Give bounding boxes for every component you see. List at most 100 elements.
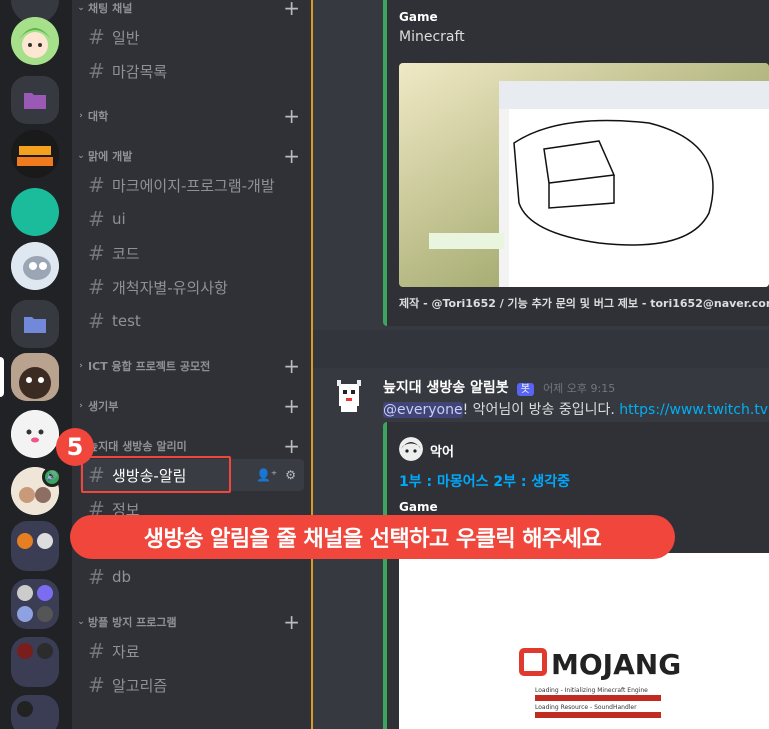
mojang-logo-icon <box>519 648 547 676</box>
channel-code[interactable]: # 코드 <box>80 237 304 269</box>
category-label: 채팅 채널 <box>88 2 133 15</box>
streamer-avatar[interactable] <box>399 437 423 461</box>
folder-group-icon[interactable] <box>11 637 59 687</box>
category-label: ICT 융합 프로젝트 공모전 <box>88 360 211 373</box>
gear-icon[interactable]: ⚙ <box>285 468 296 482</box>
channel-label: ui <box>112 210 126 228</box>
channel-deadlines[interactable]: # 마감목록 <box>80 55 304 87</box>
channel-algorithm[interactable]: # 알고리즘 <box>80 669 304 701</box>
category-program[interactable]: ⌄ 방플 방지 프로그램 + <box>74 610 302 634</box>
channel-resources[interactable]: # 자료 <box>80 635 304 667</box>
channel-label: 마크에이지-프로그램-개발 <box>112 176 275 195</box>
avatar-white-bear-icon[interactable] <box>11 410 59 458</box>
message-link[interactable]: https://www.twitch.tv <box>619 402 768 418</box>
invite-icon[interactable]: 👤⁺ <box>256 468 277 482</box>
highlight-box <box>81 456 231 493</box>
bot-avatar[interactable] <box>329 378 369 418</box>
hash-icon: # <box>88 565 105 589</box>
avatar-green-hair-icon[interactable] <box>11 17 59 65</box>
category-chat[interactable]: ⌄ 채팅 채널 + <box>74 0 302 20</box>
embed-field-value: Minecraft <box>399 29 465 45</box>
hash-icon: # <box>88 59 105 83</box>
channel-label: test <box>112 312 141 330</box>
embed-footer: 제작 - @Tori1652 / 기능 추가 문의 및 버그 제보 - tori… <box>399 297 769 310</box>
folder-group-icon[interactable] <box>11 695 59 729</box>
speaker-icon: 🔊 <box>42 467 62 487</box>
add-channel-icon[interactable]: + <box>283 434 300 458</box>
hash-icon: # <box>88 207 105 231</box>
loading-text: Loading - Initializing Minecraft Engine <box>535 687 648 694</box>
hash-icon: # <box>88 673 105 697</box>
message-timestamp: 어제 오후 9:15 <box>543 382 616 395</box>
loading-bar <box>535 695 661 701</box>
chat-area: Game Minecraft 제작 - @Tori1652 / 기능 추가 문의… <box>313 0 769 729</box>
step-badge: 5 <box>56 428 94 466</box>
channel-label: 자료 <box>112 642 140 661</box>
category-university[interactable]: › 대학 + <box>74 104 302 128</box>
embed-field-label: Game <box>399 500 438 514</box>
embed-title-link[interactable]: 1부 : 마몽어스 2부 : 생각중 <box>399 471 570 491</box>
loading-text: Loading Resource - SoundHandler <box>535 704 637 711</box>
folder-icon[interactable] <box>11 76 59 124</box>
folder-icon[interactable] <box>11 300 59 348</box>
add-channel-icon[interactable]: + <box>283 0 300 20</box>
add-channel-icon[interactable]: + <box>283 144 300 168</box>
category-label: 대학 <box>88 110 109 123</box>
chevron-right-icon: › <box>79 361 83 371</box>
hash-icon: # <box>88 173 105 197</box>
channel-general[interactable]: # 일반 <box>80 21 304 53</box>
loading-bar <box>535 712 661 718</box>
chevron-right-icon: › <box>79 111 83 121</box>
message-text: ! 악어님이 방송 중입니다. <box>462 402 620 418</box>
channel-mcage-dev[interactable]: # 마크에이지-프로그램-개발 <box>80 169 304 201</box>
mojang-wordmark: MOJANG <box>551 648 682 681</box>
chevron-down-icon: ⌄ <box>77 3 85 13</box>
category-label: 생기부 <box>88 400 119 413</box>
category-label: 방플 방지 프로그램 <box>88 616 177 629</box>
add-channel-icon[interactable]: + <box>283 394 300 418</box>
hash-icon: # <box>88 241 105 265</box>
folder-group-icon[interactable] <box>11 579 59 629</box>
embed-field-label: Game <box>399 10 438 24</box>
add-channel-icon[interactable]: + <box>283 104 300 128</box>
message-author[interactable]: 늪지대 생방송 알림봇 <box>383 380 509 396</box>
category-live-alert[interactable]: ⌄늪지대 생방송 알리미+ <box>74 434 302 458</box>
channel-test[interactable]: # test <box>80 305 304 337</box>
chevron-down-icon: ⌄ <box>77 151 85 161</box>
stream-thumbnail-image[interactable]: MOJANG Loading - Initializing Minecraft … <box>399 553 769 729</box>
hash-icon: # <box>88 25 105 49</box>
channel-label: 알고리즘 <box>112 676 168 695</box>
category-label: 맑에 개발 <box>88 150 133 163</box>
category-records[interactable]: › 생기부 + <box>74 394 302 418</box>
server-rail: 🔊 <box>0 0 72 729</box>
hash-icon: # <box>88 309 105 333</box>
channel-ui[interactable]: # ui <box>80 203 304 235</box>
message-separator <box>313 330 769 368</box>
channel-sidebar: ⌄ 채팅 채널 + # 일반 # 마감목록 › 대학 + ⌄ 맑에 개발 + # 마크에이지-프로… <box>72 0 312 729</box>
category-label: 늪지대 생방송 알리미 <box>88 440 187 453</box>
add-channel-icon[interactable]: + <box>283 354 300 378</box>
bot-tag: 봇 <box>516 383 534 396</box>
server-teal-icon[interactable] <box>11 188 59 236</box>
message-body: @everyone! 악어님이 방송 중입니다. https://www.twi… <box>383 399 768 419</box>
channel-notes[interactable]: # 개척자별-유의사항 <box>80 271 304 303</box>
embed-screenshot-image[interactable] <box>399 63 769 287</box>
embed-author[interactable]: 악어 <box>430 441 454 460</box>
channel-label: 마감목록 <box>112 62 168 81</box>
hash-icon: # <box>88 639 105 663</box>
avatar-bear-icon[interactable] <box>11 353 59 401</box>
chevron-right-icon: › <box>79 401 83 411</box>
server-logo-icon[interactable] <box>11 130 59 178</box>
avatar-drawing-icon[interactable] <box>11 242 59 290</box>
chevron-down-icon: ⌄ <box>77 617 85 627</box>
channel-db[interactable]: # db <box>80 561 304 593</box>
folder-group-icon[interactable] <box>11 521 59 571</box>
selected-server-indicator <box>0 357 4 397</box>
category-dev[interactable]: ⌄ 맑에 개발 + <box>74 144 302 168</box>
category-ict[interactable]: › ICT 융합 프로젝트 공모전 + <box>74 354 302 378</box>
add-channel-icon[interactable]: + <box>283 610 300 634</box>
instruction-banner: 생방송 알림을 줄 채널을 선택하고 우클릭 해주세요 <box>70 515 675 559</box>
discord-window: 🔊 ⌄ 채팅 채널 + # 일반 # 마감목록 › 대학 + ⌄ 맑에 개발 + # 마크에이지-… <box>0 0 769 729</box>
channel-label: db <box>112 568 132 586</box>
mention-everyone[interactable]: @everyone <box>383 402 463 418</box>
